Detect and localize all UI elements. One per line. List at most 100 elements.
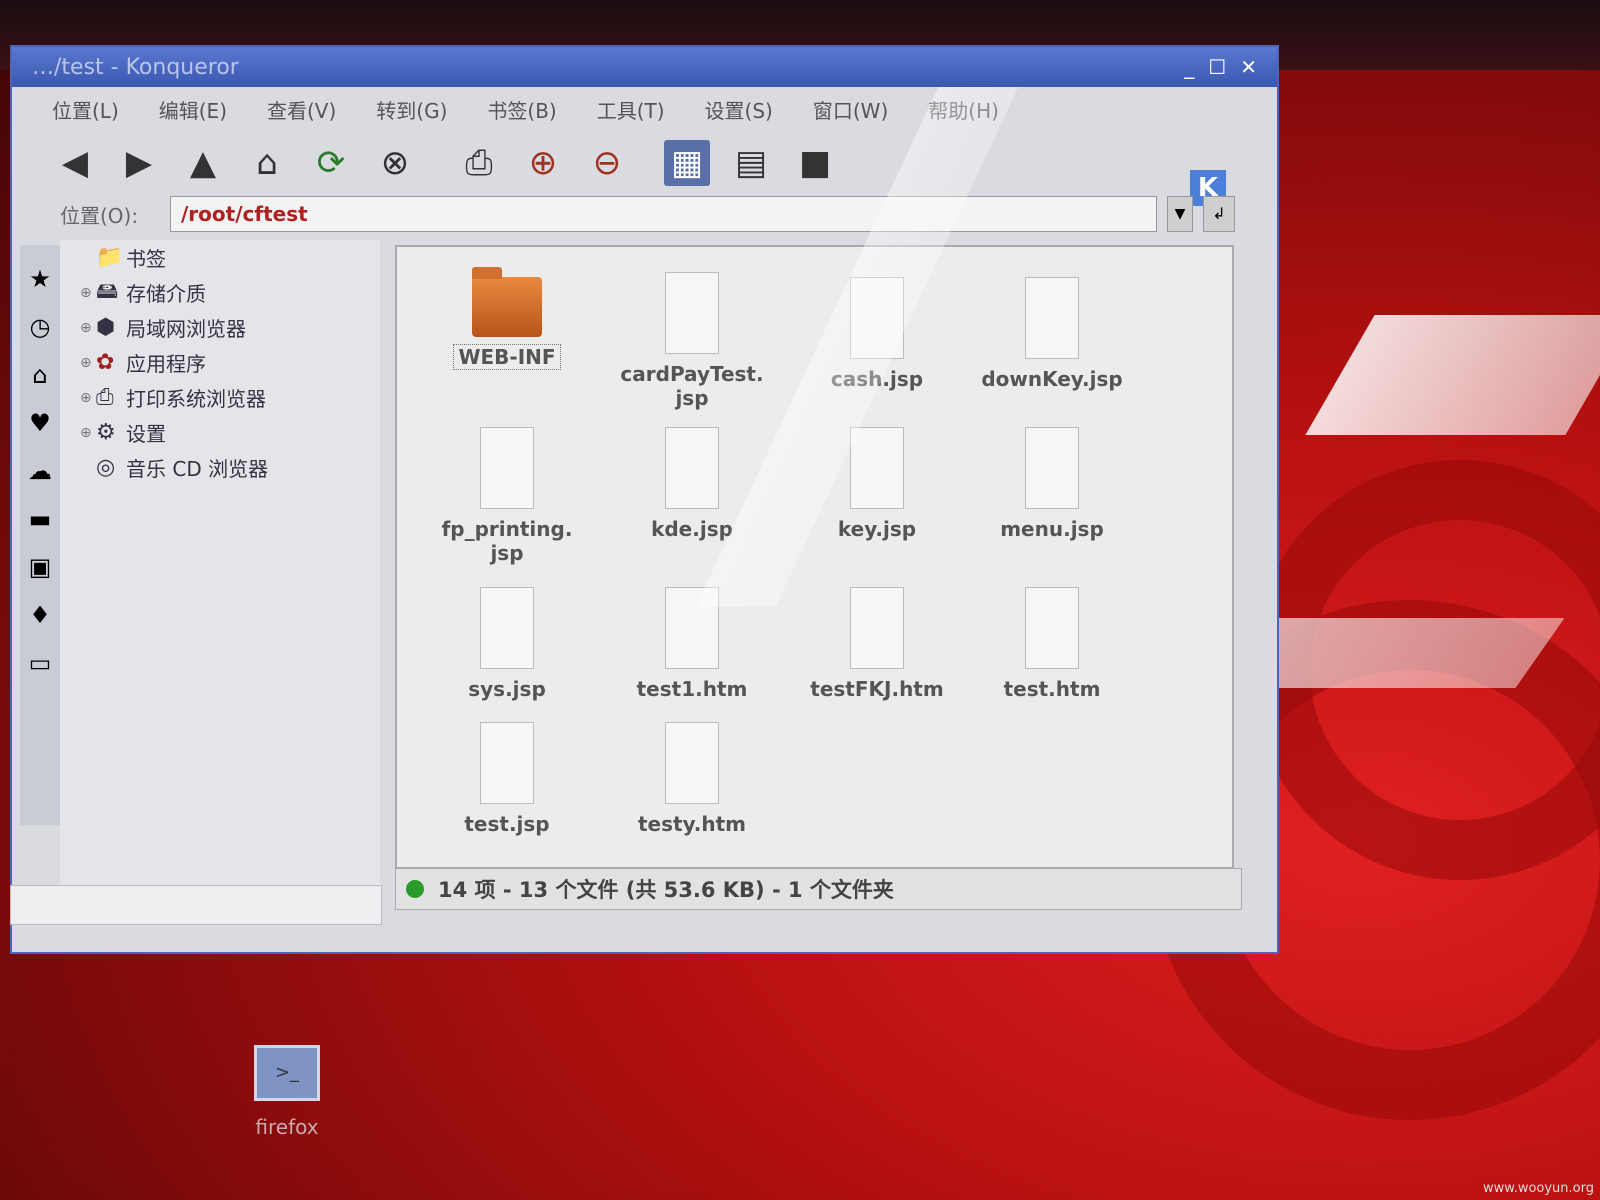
menu-window[interactable]: 窗口(W) [813, 95, 888, 124]
file-name: WEB-INF [453, 344, 561, 370]
file-icon [1025, 277, 1079, 359]
settings-icon: ⚙ [96, 420, 116, 445]
sidebar-tab-media-icon[interactable]: ▬ [29, 505, 52, 533]
maximize-button[interactable]: ☐ [1208, 55, 1226, 79]
tree-item-settings[interactable]: ⊕ ⚙ 设置 [60, 415, 380, 450]
menu-location[interactable]: 位置(L) [52, 95, 119, 124]
window-titlebar[interactable]: …/test - Konqueror _ ☐ ✕ [12, 47, 1277, 87]
print-icon[interactable]: ⎙ [456, 140, 502, 186]
location-value: /root/cftest [181, 202, 308, 226]
sidebar-tab-services-icon[interactable]: ♥ [29, 409, 51, 437]
file-item[interactable]: test.htm [967, 587, 1137, 701]
sidebar-tab-desktop-icon[interactable]: ▭ [29, 649, 52, 677]
file-icon [850, 587, 904, 669]
menu-bookmarks[interactable]: 书签(B) [487, 95, 556, 124]
reload-icon[interactable]: ⟳ [308, 140, 354, 186]
sidebar-tab-bookmarks-icon[interactable]: ★ [29, 265, 51, 293]
file-item[interactable]: menu.jsp [967, 427, 1137, 541]
file-icon [480, 587, 534, 669]
desktop-icon-firefox[interactable]: >_ firefox [232, 1045, 342, 1139]
file-name: cardPayTest. jsp [620, 362, 764, 410]
file-name: testFKJ.htm [810, 677, 944, 701]
forward-icon[interactable]: ▶ [116, 140, 162, 186]
sidebar-footer [10, 885, 382, 925]
minimize-button[interactable]: _ [1184, 55, 1194, 79]
location-go-icon[interactable]: ↲ [1203, 196, 1235, 232]
file-icon [665, 722, 719, 804]
file-name: testy.htm [637, 812, 747, 836]
file-item[interactable]: fp_printing. jsp [422, 427, 592, 565]
file-item[interactable]: test.jsp [422, 722, 592, 836]
close-button[interactable]: ✕ [1240, 55, 1257, 79]
expand-icon[interactable]: ⊕ [80, 320, 96, 336]
sidebar-tab-devices-icon[interactable]: ▣ [29, 553, 52, 581]
tree-item-applications[interactable]: ⊕ ✿ 应用程序 [60, 345, 380, 380]
file-icon-view: WEB-INF cardPayTest. jsp cash.jsp downKe… [395, 87, 1234, 869]
menu-view[interactable]: 查看(V) [267, 95, 336, 124]
file-icon [665, 272, 719, 354]
storage-icon: 🖴 [96, 278, 119, 304]
sidebar-tab-history-icon[interactable]: ◷ [30, 313, 51, 341]
menu-tools[interactable]: 工具(T) [597, 95, 665, 124]
tree-item-printers[interactable]: ⊕ ⎙ 打印系统浏览器 [60, 380, 380, 415]
file-icon [1025, 587, 1079, 669]
file-item[interactable]: testFKJ.htm [792, 587, 962, 701]
file-name: sys.jsp [468, 677, 546, 701]
desktop-icon-label: firefox [255, 1115, 319, 1139]
detail-view-icon[interactable]: ▤ [728, 140, 774, 186]
terminal-icon[interactable]: ■ [792, 140, 838, 186]
window-title: …/test - Konqueror [32, 54, 239, 80]
file-name: menu.jsp [1000, 517, 1104, 541]
file-name: key.jsp [837, 517, 917, 541]
printer-icon: ⎙ [96, 385, 114, 410]
bookmarks-icon: 📁 [96, 245, 124, 270]
expand-icon[interactable]: ⊕ [80, 285, 96, 301]
cd-icon: ◎ [96, 455, 116, 480]
file-icon [1025, 427, 1079, 509]
file-name: test1.htm [636, 677, 748, 701]
location-dropdown-icon[interactable]: ▼ [1167, 196, 1193, 232]
menubar: 位置(L) 编辑(E) 查看(V) 转到(G) 书签(B) 工具(T) 设置(S… [12, 87, 1277, 131]
zoom-in-icon[interactable]: ⊕ [520, 140, 566, 186]
back-icon[interactable]: ◀ [52, 140, 98, 186]
file-item[interactable]: cardPayTest. jsp [607, 272, 777, 410]
menu-go[interactable]: 转到(G) [376, 95, 447, 124]
tree-item-label: 打印系统浏览器 [126, 387, 266, 411]
expand-icon[interactable]: ⊕ [80, 425, 96, 441]
expand-icon[interactable]: ⊕ [80, 390, 96, 406]
file-item[interactable]: testy.htm [607, 722, 777, 836]
location-input[interactable]: /root/cftest [170, 196, 1157, 232]
tree-item-storage[interactable]: ⊕ 🖴 存储介质 [60, 275, 380, 310]
tree-item-label: 音乐 CD 浏览器 [126, 457, 269, 481]
file-name: kde.jsp [651, 517, 733, 541]
location-label: 位置(O): [60, 203, 139, 228]
file-icon [480, 427, 534, 509]
tree-item-label: 书签 [126, 247, 166, 271]
terminal-app-icon: >_ [254, 1045, 320, 1101]
watermark: www.wooyun.org [1482, 1181, 1594, 1196]
tree-item-bookmarks[interactable]: 📁 书签 [60, 240, 380, 275]
file-item[interactable]: downKey.jsp [967, 277, 1137, 391]
sidebar-tab-favorites-icon[interactable]: ♦ [29, 601, 51, 629]
menu-settings[interactable]: 设置(S) [705, 95, 773, 124]
up-icon[interactable]: ▲ [180, 140, 226, 186]
zoom-out-icon[interactable]: ⊖ [584, 140, 630, 186]
home-icon[interactable]: ⌂ [244, 140, 290, 186]
expand-icon[interactable]: ⊕ [80, 355, 96, 371]
sidebar-tab-home-icon[interactable]: ⌂ [32, 361, 47, 389]
sidebar-tab-network-icon[interactable]: ☁ [28, 457, 52, 485]
icon-view-icon[interactable]: ▦ [664, 140, 710, 186]
navigation-tree: 📁 书签 ⊕ 🖴 存储介质 ⊕ ⬢ 局域网浏览器 ⊕ ✿ 应用程序 ⊕ ⎙ 打印系统浏览器 ⊕ ⚙ 设… [60, 240, 380, 920]
menu-edit[interactable]: 编辑(E) [159, 95, 227, 124]
folder-icon [472, 267, 542, 337]
tree-item-lan[interactable]: ⊕ ⬢ 局域网浏览器 [60, 310, 380, 345]
stop-icon[interactable]: ⊗ [372, 140, 418, 186]
tree-item-cd[interactable]: ◎ 音乐 CD 浏览器 [60, 450, 380, 485]
file-item-folder[interactable]: WEB-INF [422, 267, 592, 370]
screen-glare [1305, 315, 1600, 435]
file-item[interactable]: sys.jsp [422, 587, 592, 701]
navigation-panel-tabs: ★ ◷ ⌂ ♥ ☁ ▬ ▣ ♦ ▭ [20, 245, 60, 825]
file-name: test.htm [1003, 677, 1101, 701]
lan-icon: ⬢ [96, 315, 116, 340]
tree-item-label: 局域网浏览器 [126, 317, 246, 341]
